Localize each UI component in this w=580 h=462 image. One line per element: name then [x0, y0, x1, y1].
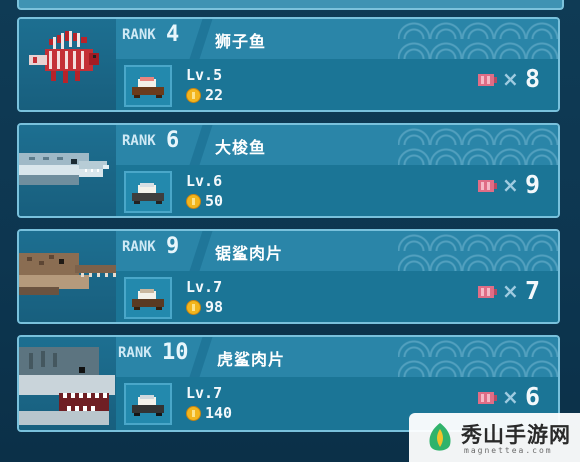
watermark-text: 秀山手游网	[461, 423, 571, 447]
fish-image-area	[19, 337, 119, 430]
fish-name: 狮子鱼	[215, 32, 267, 51]
dish-level: Lv.5	[186, 66, 223, 84]
card-header: RANK 6 大梭鱼	[116, 125, 558, 165]
quantity: 8	[525, 64, 541, 93]
tiger-shark-icon	[19, 347, 115, 425]
card-body: Lv.5 22 × 8	[116, 59, 558, 110]
fish-meat-icon	[478, 286, 497, 298]
header-divider	[189, 337, 213, 377]
header-divider	[189, 231, 213, 271]
rank-number: 4	[166, 22, 180, 47]
card-header: RANK 10 虎鲨肉片	[116, 337, 558, 377]
gold-coin-icon	[186, 194, 201, 209]
rank-number: 10	[162, 340, 189, 365]
sushi-dish-icon	[124, 171, 172, 213]
rank-label: RANK	[118, 345, 152, 361]
fish-image-area	[19, 19, 119, 110]
gold-coin-icon	[186, 88, 201, 103]
quantity: 9	[525, 170, 541, 199]
fish-meat-icon	[478, 74, 497, 86]
dish-level: Lv.7	[186, 278, 223, 296]
card-header: RANK 4 狮子鱼	[116, 19, 558, 59]
wave-pattern	[398, 337, 558, 377]
wave-pattern	[398, 125, 558, 165]
sushi-dish-icon	[124, 383, 172, 425]
fish-name: 大梭鱼	[215, 138, 267, 157]
fish-meat-icon	[478, 392, 497, 404]
fish-name: 锯鲨肉片	[215, 244, 284, 263]
rank-label: RANK	[122, 133, 156, 149]
multiply-sign: ×	[502, 385, 519, 409]
header-divider	[189, 125, 213, 165]
dish-price: 22	[205, 86, 224, 104]
dish-price: 98	[205, 298, 224, 316]
rank-number: 6	[166, 128, 180, 153]
rank-label: RANK	[122, 239, 156, 255]
card-header: RANK 9 锯鲨肉片	[116, 231, 558, 271]
gold-coin-icon	[186, 300, 201, 315]
multiply-sign: ×	[502, 67, 519, 91]
rank-number: 9	[166, 234, 180, 259]
header-divider	[189, 19, 213, 59]
dish-level: Lv.7	[186, 384, 223, 402]
sushi-dish-icon	[124, 277, 172, 319]
dish-level: Lv.6	[186, 172, 223, 190]
gold-coin-icon	[186, 406, 201, 421]
previous-card-edge	[17, 0, 564, 10]
watermark: 秀山手游网 magnettea.com	[409, 413, 580, 462]
dish-price: 140	[205, 404, 233, 422]
watermark-logo-icon	[429, 423, 451, 451]
wave-pattern	[398, 231, 558, 271]
ranking-screen: { "entries": [ {"rank_label":"RANK","ran…	[0, 0, 580, 462]
sushi-dish-icon	[124, 65, 172, 107]
rank-card[interactable]: RANK 6 大梭鱼 Lv.6 50 × 9	[17, 123, 560, 218]
fish-meat-icon	[478, 180, 497, 192]
multiply-sign: ×	[502, 279, 519, 303]
wave-pattern	[398, 19, 558, 59]
quantity: 6	[525, 382, 541, 411]
card-body: Lv.7 98 × 7	[116, 271, 558, 322]
rank-card[interactable]: RANK 4 狮子鱼 Lv.5 22 × 8	[17, 17, 560, 112]
dish-price: 50	[205, 192, 224, 210]
sawshark-icon	[19, 253, 119, 295]
rank-label: RANK	[122, 27, 156, 43]
fish-image-area	[19, 125, 119, 216]
barracuda-icon	[19, 153, 109, 185]
card-body: Lv.6 50 × 9	[116, 165, 558, 216]
quantity: 7	[525, 276, 541, 305]
fish-name: 虎鲨肉片	[217, 350, 286, 369]
fish-image-area	[19, 231, 119, 322]
multiply-sign: ×	[502, 173, 519, 197]
watermark-url: magnettea.com	[464, 446, 553, 455]
lionfish-icon	[29, 31, 99, 83]
rank-card[interactable]: RANK 9 锯鲨肉片 Lv.7 98 × 7	[17, 229, 560, 324]
